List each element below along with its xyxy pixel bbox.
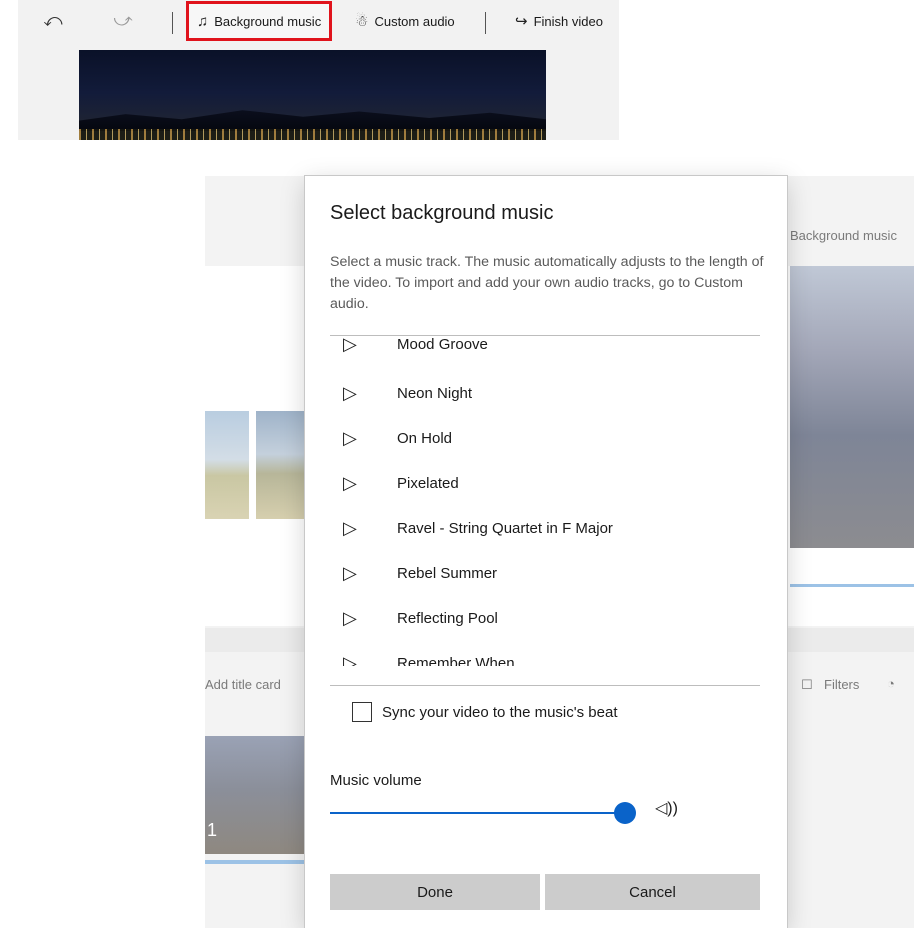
music-track-item[interactable]: ▷ Neon Night bbox=[330, 371, 730, 415]
music-track-item[interactable]: ▷ Reflecting Pool bbox=[330, 596, 730, 640]
custom-audio-label: Custom audio bbox=[374, 13, 455, 29]
done-button[interactable]: Done bbox=[330, 874, 540, 910]
redo-icon: ⤻ bbox=[113, 9, 133, 30]
music-track-title: Remember When bbox=[397, 654, 515, 667]
play-icon[interactable]: ▷ bbox=[343, 609, 363, 627]
toolbar-divider bbox=[172, 12, 173, 34]
custom-audio-button[interactable]: ☃ Custom audio bbox=[355, 8, 455, 34]
music-track-item[interactable]: ▷ Pixelated bbox=[330, 461, 730, 505]
custom-audio-icon: ☃ bbox=[355, 13, 369, 30]
filters-icon[interactable]: ☐ bbox=[801, 677, 813, 693]
speaker-icon: ◁)) bbox=[655, 800, 678, 817]
music-volume-slider-thumb[interactable] bbox=[614, 802, 636, 824]
background-music-label: Background music bbox=[214, 13, 322, 29]
sync-beat-option[interactable]: Sync your video to the music's beat bbox=[352, 702, 617, 722]
toolbar: ⤺ ⤻ ♫ Background music ☃ Custom audio ↪ … bbox=[18, 0, 619, 41]
divider bbox=[330, 335, 760, 336]
background-music-button[interactable]: ♫ Background music bbox=[185, 1, 333, 41]
music-track-title: Pixelated bbox=[397, 474, 459, 492]
music-volume-slider-track[interactable] bbox=[330, 812, 626, 814]
undo-icon: ⤺ bbox=[43, 9, 63, 30]
background-music-label-bg[interactable]: Background music bbox=[790, 228, 897, 243]
mountain-silhouette bbox=[79, 110, 546, 131]
share-icon: ↪ bbox=[515, 13, 528, 30]
cancel-button[interactable]: Cancel bbox=[545, 874, 760, 910]
music-track-title: Ravel - String Quartet in F Major bbox=[397, 519, 613, 537]
play-icon[interactable]: ▷ bbox=[343, 519, 363, 537]
select-background-music-dialog: Select background music Select a music t… bbox=[305, 176, 787, 928]
music-note-icon: ♫ bbox=[197, 12, 209, 30]
finish-video-button[interactable]: ↪ Finish video bbox=[515, 8, 603, 34]
timeline-clip-bar bbox=[205, 860, 307, 864]
play-icon[interactable]: ▷ bbox=[343, 474, 363, 492]
play-icon[interactable]: ▷ bbox=[343, 338, 363, 353]
play-icon[interactable]: ▷ bbox=[343, 564, 363, 582]
sync-beat-checkbox[interactable] bbox=[352, 702, 372, 722]
dialog-title: Select background music bbox=[330, 202, 554, 224]
toolbar-divider bbox=[485, 12, 486, 34]
playback-progress-bar[interactable] bbox=[790, 584, 914, 587]
finish-video-label: Finish video bbox=[533, 13, 603, 29]
music-track-title: Neon Night bbox=[397, 384, 473, 402]
speed-icon[interactable]: ◔ bbox=[887, 676, 895, 691]
clip-number: 1 bbox=[207, 820, 218, 840]
play-icon[interactable]: ▷ bbox=[343, 654, 363, 666]
redo-button[interactable]: ⤻ bbox=[110, 8, 136, 32]
music-volume-label: Music volume bbox=[330, 772, 422, 789]
music-track-title: Mood Groove bbox=[397, 338, 488, 353]
music-track-item[interactable]: ▷ Ravel - String Quartet in F Major bbox=[330, 506, 730, 550]
music-track-title: On Hold bbox=[397, 429, 453, 447]
music-track-item[interactable]: ▷ Mood Groove bbox=[330, 338, 730, 366]
play-icon[interactable]: ▷ bbox=[343, 429, 363, 447]
music-track-list[interactable]: ▷ Mood Groove ▷ Neon Night ▷ On Hold ▷ P… bbox=[330, 338, 760, 666]
storyboard-thumbnail[interactable] bbox=[205, 411, 249, 519]
timeline-clip[interactable] bbox=[205, 736, 307, 854]
storyboard-thumbnail[interactable] bbox=[256, 411, 306, 519]
sync-beat-label: Sync your video to the music's beat bbox=[382, 703, 618, 721]
music-track-title: Reflecting Pool bbox=[397, 609, 498, 627]
music-track-item[interactable]: ▷ On Hold bbox=[330, 416, 730, 460]
city-lights bbox=[79, 129, 546, 140]
dialog-description: Select a music track. The music automati… bbox=[330, 254, 764, 312]
video-preview bbox=[79, 50, 546, 140]
play-icon[interactable]: ▷ bbox=[343, 384, 363, 402]
music-track-item[interactable]: ▷ Rebel Summer bbox=[330, 551, 730, 595]
divider bbox=[330, 685, 760, 686]
music-track-title: Rebel Summer bbox=[397, 564, 498, 582]
filters-button[interactable]: Filters bbox=[824, 677, 859, 692]
video-preview-large bbox=[790, 266, 914, 548]
undo-button[interactable]: ⤺ bbox=[40, 8, 66, 32]
add-title-card-button[interactable]: Add title card bbox=[205, 677, 281, 692]
music-track-item[interactable]: ▷ Remember When bbox=[330, 641, 730, 666]
toolbar-screenshot: ⤺ ⤻ ♫ Background music ☃ Custom audio ↪ … bbox=[18, 0, 619, 140]
